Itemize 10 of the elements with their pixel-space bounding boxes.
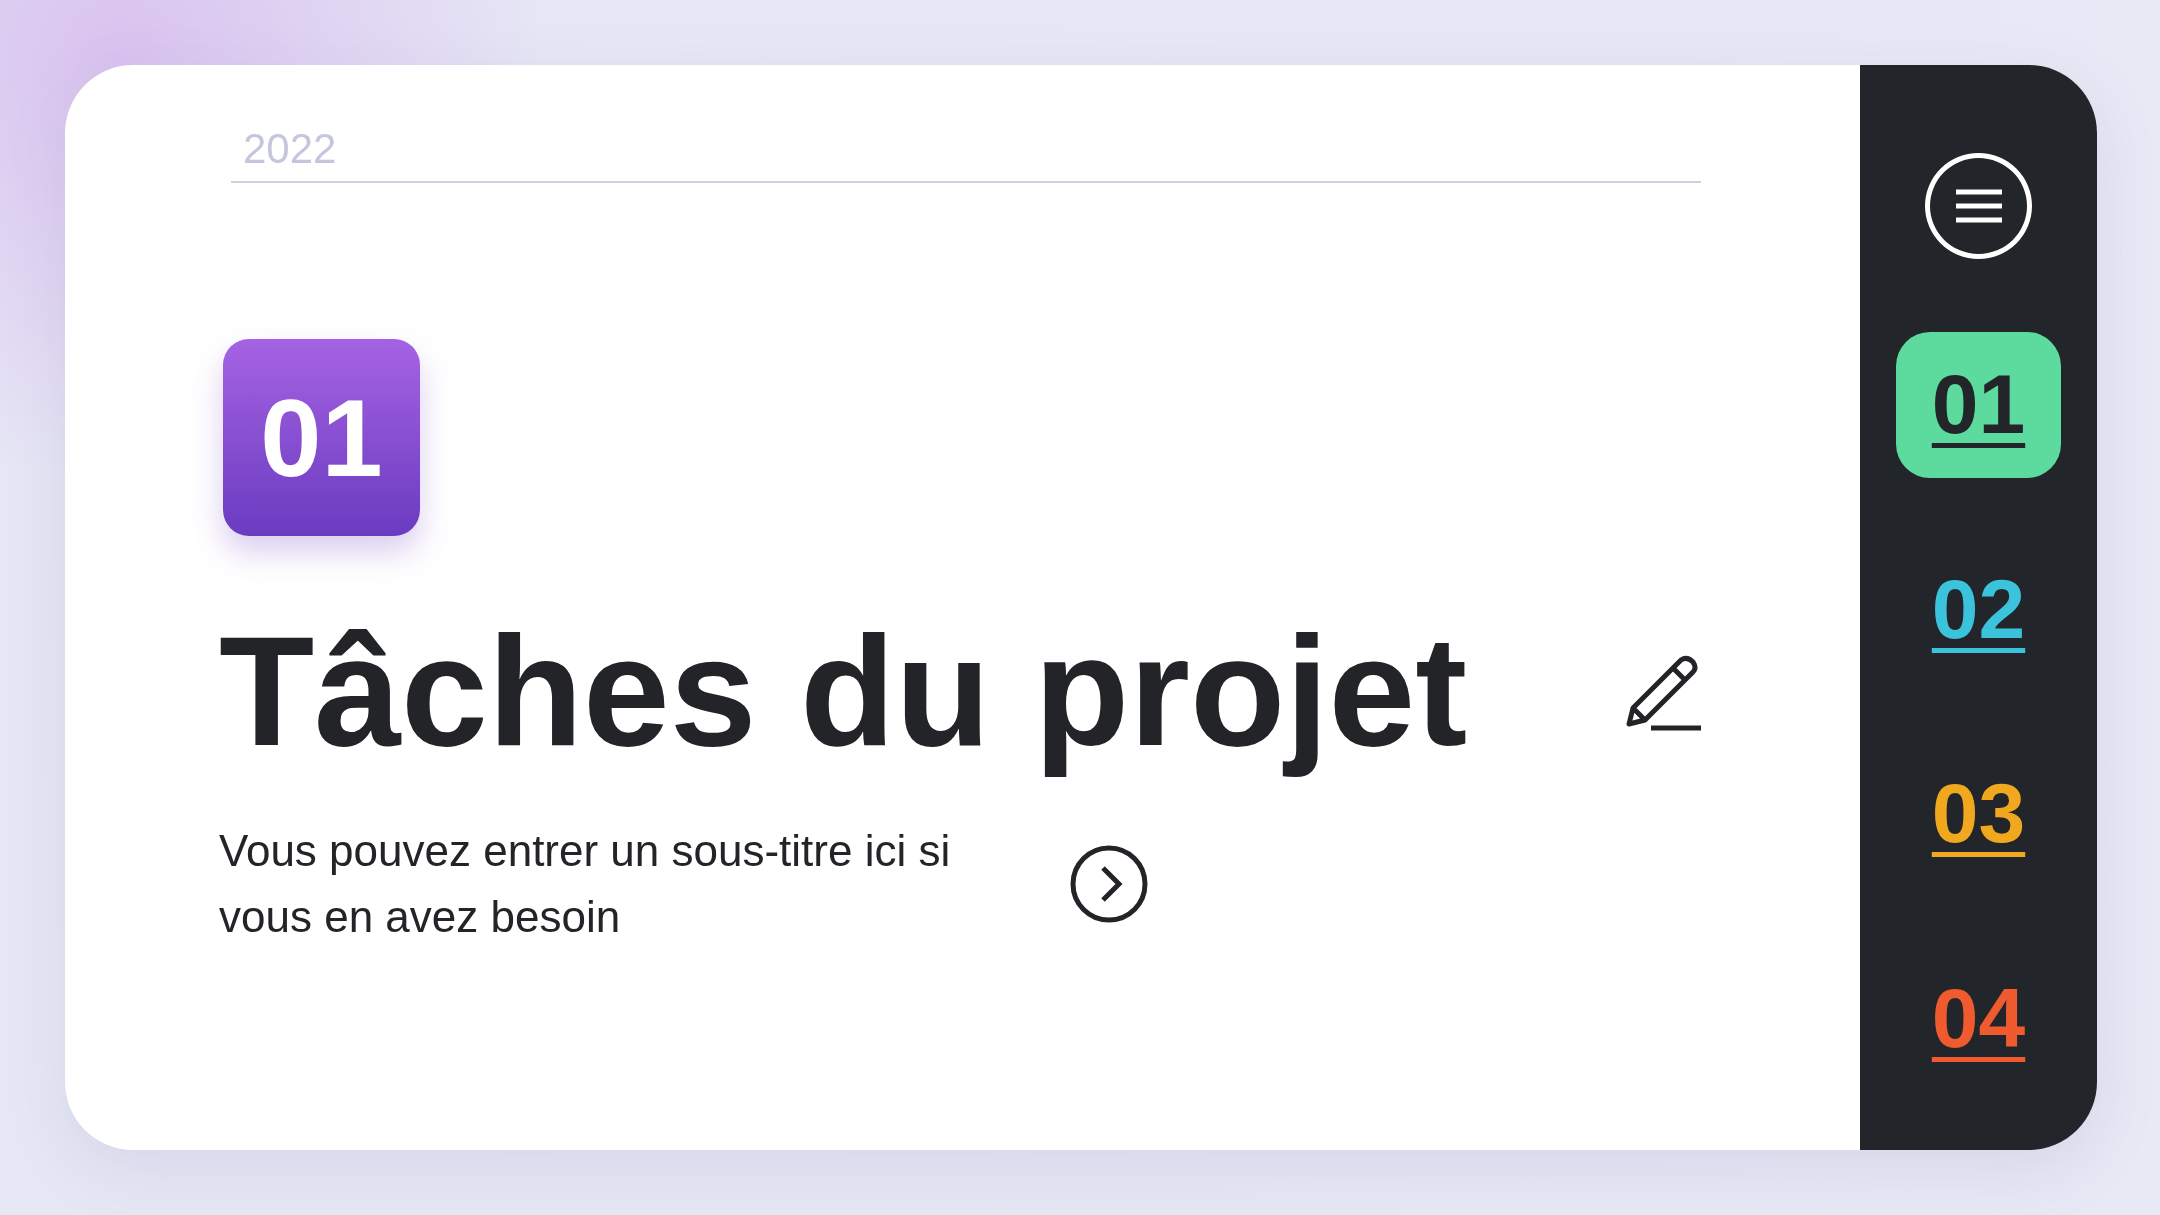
subtitle-text: Vous pouvez entrer un sous-titre ici si vous en avez besoin <box>219 824 952 943</box>
page-number-tab[interactable]: 02 <box>1896 536 2061 682</box>
page-title: Tâches du projet <box>219 606 1468 778</box>
arrow-circle-icon[interactable] <box>1069 843 1149 924</box>
year-label: 2022 <box>242 125 337 173</box>
number-badge: 01 <box>223 339 420 536</box>
menu-button[interactable] <box>1925 153 2032 259</box>
page-number-tab[interactable]: 01 <box>1896 332 2061 478</box>
page-number-tab[interactable]: 03 <box>1896 741 2061 887</box>
page-number-tab[interactable]: 04 <box>1896 945 2061 1091</box>
